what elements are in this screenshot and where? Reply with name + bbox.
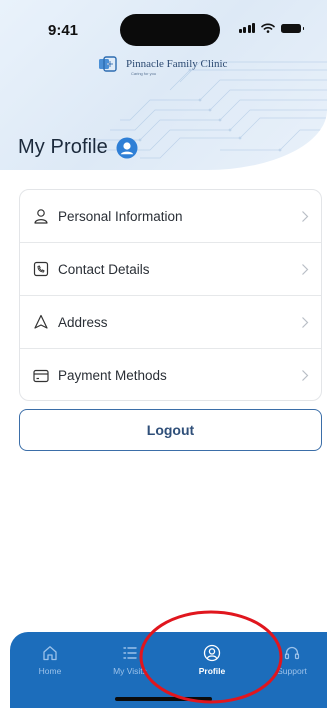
menu-item-label: Contact Details — [58, 261, 150, 277]
status-icons — [238, 23, 304, 33]
home-icon — [43, 646, 57, 661]
clinic-logo-mark-icon — [99, 56, 117, 72]
tab-label: Home — [38, 666, 62, 676]
clinic-tagline: Caring for you — [131, 71, 157, 76]
menu-item-personal-information[interactable]: Personal Information — [20, 190, 321, 243]
person-icon — [34, 209, 48, 224]
contact-card-icon — [33, 261, 49, 277]
tab-my-visits[interactable]: My Visits — [100, 644, 160, 676]
signal-icon — [238, 23, 255, 33]
tab-support[interactable]: Support — [262, 644, 322, 676]
profile-icon — [203, 644, 221, 662]
chevron-right-icon — [302, 316, 309, 328]
location-pointer-icon — [34, 314, 48, 329]
menu-item-label: Address — [58, 314, 108, 330]
list-icon — [123, 647, 137, 659]
support-icon — [284, 646, 300, 660]
status-time: 9:41 — [48, 22, 79, 39]
home-indicator — [115, 697, 212, 701]
page-title: My Profile — [18, 136, 138, 159]
tab-profile[interactable]: Profile — [182, 644, 242, 676]
menu-item-address[interactable]: Address — [20, 296, 321, 349]
tab-label: My Visits — [113, 666, 147, 676]
clinic-name: Pinnacle Family Clinic — [126, 58, 228, 70]
credit-card-icon — [33, 369, 49, 382]
clinic-logo: Pinnacle Family Clinic — [98, 56, 227, 72]
tab-home[interactable]: Home — [20, 644, 80, 676]
dynamic-island — [120, 14, 220, 46]
menu-item-label: Personal Information — [58, 208, 183, 224]
wifi-icon — [261, 23, 275, 33]
profile-menu: Personal Information Contact Details Add… — [19, 189, 322, 401]
chevron-right-icon — [302, 210, 309, 222]
menu-item-payment-methods[interactable]: Payment Methods — [20, 349, 321, 400]
tab-label: Support — [277, 666, 307, 676]
menu-item-contact-details[interactable]: Contact Details — [20, 243, 321, 296]
chevron-right-icon — [302, 263, 309, 275]
profile-avatar-icon — [116, 137, 138, 158]
logout-button[interactable]: Logout — [19, 409, 322, 451]
page-title-text: My Profile — [18, 136, 108, 158]
battery-icon — [281, 23, 304, 33]
chevron-right-icon — [302, 370, 309, 381]
menu-item-label: Payment Methods — [58, 368, 167, 383]
status-bar: 9:41 — [0, 0, 327, 48]
tab-label: Profile — [198, 666, 226, 676]
